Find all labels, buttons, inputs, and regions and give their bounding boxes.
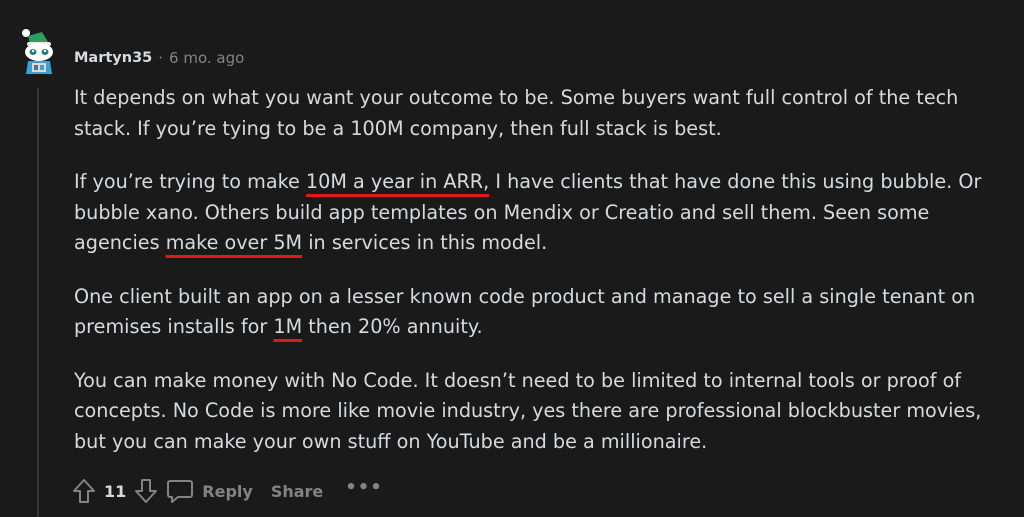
meta-separator: ·: [158, 49, 164, 67]
comment-actions: 11 Reply Share •••: [72, 474, 383, 508]
speech-bubble-icon: [167, 480, 194, 503]
text-line: agencies make over 5M in services in thi…: [74, 231, 547, 254]
upvote-arrow-icon: [73, 479, 95, 503]
downvote-arrow-icon: [135, 479, 158, 503]
comment-paragraph: One client built an app on a lesser know…: [74, 282, 1004, 343]
text-line: You can make money with No Code. It does…: [74, 369, 961, 392]
comment-paragraph: It depends on what you want your outcome…: [74, 83, 1004, 144]
user-avatar[interactable]: [18, 28, 58, 76]
text-run: It depends on what you want your outcome…: [74, 86, 959, 109]
text-line: It depends on what you want your outcome…: [74, 86, 958, 109]
text-line: stack. If you’re tying to be a 100M comp…: [74, 117, 722, 140]
ellipsis-icon[interactable]: •••: [345, 477, 383, 498]
downvote-button[interactable]: [134, 478, 158, 504]
snoo-avatar-icon: [22, 29, 53, 74]
highlighted-text: make over 5M: [165, 231, 303, 254]
text-run: bubble xano. Others build app templates …: [74, 200, 930, 224]
highlighted-text: 1M: [273, 315, 303, 338]
username-link[interactable]: Martyn35: [74, 50, 152, 66]
text-run: If you’re trying to make: [74, 170, 306, 193]
highlighted-text: 10M a year in ARR,: [305, 170, 490, 193]
text-run: One client built an app on a lesser know…: [74, 284, 976, 308]
text-run: premises installs for: [74, 315, 274, 338]
text-run: agencies: [74, 231, 166, 254]
text-line: premises installs for 1M then 20% annuit…: [74, 315, 483, 338]
text-line: One client built an app on a lesser know…: [74, 285, 975, 308]
comment-paragraph: You can make money with No Code. It does…: [74, 366, 1004, 458]
text-line: concepts. No Code is more like movie ind…: [74, 399, 981, 422]
vote-count: 11: [104, 481, 127, 501]
text-run: stack. If you’re tying to be a 100M comp…: [74, 116, 722, 140]
upvote-button[interactable]: [72, 478, 96, 504]
comment-paragraph: If you’re trying to make 10M a year in A…: [74, 167, 1004, 259]
text-run: in services in this model.: [302, 231, 548, 254]
text-line: bubble xano. Others build app templates …: [74, 201, 929, 224]
thread-line[interactable]: [37, 88, 39, 517]
reply-label: Reply: [202, 481, 253, 501]
text-run: then 20% annuity.: [302, 315, 483, 338]
text-run: but you can make your own stuff on YouTu…: [74, 429, 708, 453]
text-run: concepts. No Code is more like movie ind…: [74, 399, 982, 422]
reply-button[interactable]: Reply: [166, 478, 253, 504]
text-line: but you can make your own stuff on YouTu…: [74, 430, 707, 453]
comment-timestamp[interactable]: 6 mo. ago: [169, 49, 244, 67]
comment-body: It depends on what you want your outcome…: [74, 83, 1004, 480]
comment-frame: Martyn35 · 6 mo. ago It depends on what …: [0, 0, 1024, 517]
text-line: If you’re trying to make 10M a year in A…: [74, 170, 981, 193]
share-button[interactable]: Share: [271, 482, 323, 501]
comment-header: Martyn35 · 6 mo. ago: [74, 48, 244, 68]
text-run: You can make money with No Code. It does…: [74, 368, 962, 392]
text-run: I have clients that have done this using…: [489, 170, 982, 193]
